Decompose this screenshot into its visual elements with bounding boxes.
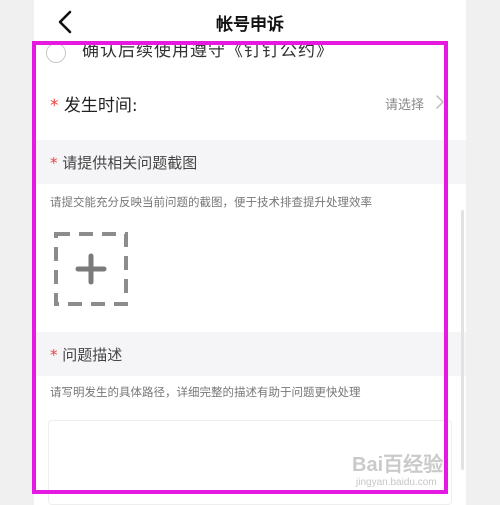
agreement-radio[interactable] bbox=[46, 43, 66, 63]
page-title: 帐号申诉 bbox=[216, 15, 284, 35]
occurrence-time-value: 请选择 bbox=[384, 98, 424, 113]
screenshot-hint: 请提交能充分反映当前问题的截图，便于技术排查提升处理效率 bbox=[50, 195, 372, 209]
description-section-title: * 问题描述 bbox=[50, 344, 122, 365]
required-mark: * bbox=[50, 346, 58, 364]
app-screen: 帐号申诉 确认后续使用遵守《钉钉公约》 * 发生时间: 请选择 * 请提供相关问… bbox=[34, 0, 466, 505]
navigation-bar: 帐号申诉 bbox=[34, 0, 466, 44]
description-section-title-text: 问题描述 bbox=[62, 346, 123, 364]
required-mark: * bbox=[50, 154, 58, 172]
chevron-right-icon bbox=[436, 95, 444, 109]
watermark-brand: Bai百经验 bbox=[352, 454, 444, 476]
occurrence-time-label: * 发生时间: bbox=[50, 91, 138, 116]
watermark-url: jingyan.baidu.com bbox=[356, 477, 437, 488]
occurrence-time-row[interactable]: * 发生时间: 请选择 bbox=[34, 82, 466, 122]
watermark-logo: Bai百经验 jingyan.baidu.com bbox=[352, 448, 443, 488]
agreement-row[interactable]: 确认后续使用遵守《钉钉公约》 bbox=[34, 40, 466, 66]
upload-screenshot-button[interactable] bbox=[54, 232, 128, 306]
description-hint: 请写明发生的具体路径，详细完整的描述有助于问题更快处理 bbox=[50, 385, 361, 399]
left-gutter bbox=[0, 0, 34, 505]
occurrence-time-label-text: 发生时间: bbox=[63, 96, 138, 116]
scrollbar[interactable] bbox=[461, 210, 464, 470]
screenshot-section-title-text: 请提供相关问题截图 bbox=[62, 154, 198, 172]
description-section-header: * 问题描述 bbox=[34, 332, 466, 376]
screenshot-section-title: * 请提供相关问题截图 bbox=[50, 152, 197, 173]
screenshot-section-header: * 请提供相关问题截图 bbox=[34, 140, 466, 184]
agreement-text: 确认后续使用遵守《钉钉公约》 bbox=[82, 41, 334, 61]
required-mark: * bbox=[50, 96, 59, 116]
plus-icon bbox=[54, 232, 128, 306]
right-gutter bbox=[466, 0, 500, 505]
